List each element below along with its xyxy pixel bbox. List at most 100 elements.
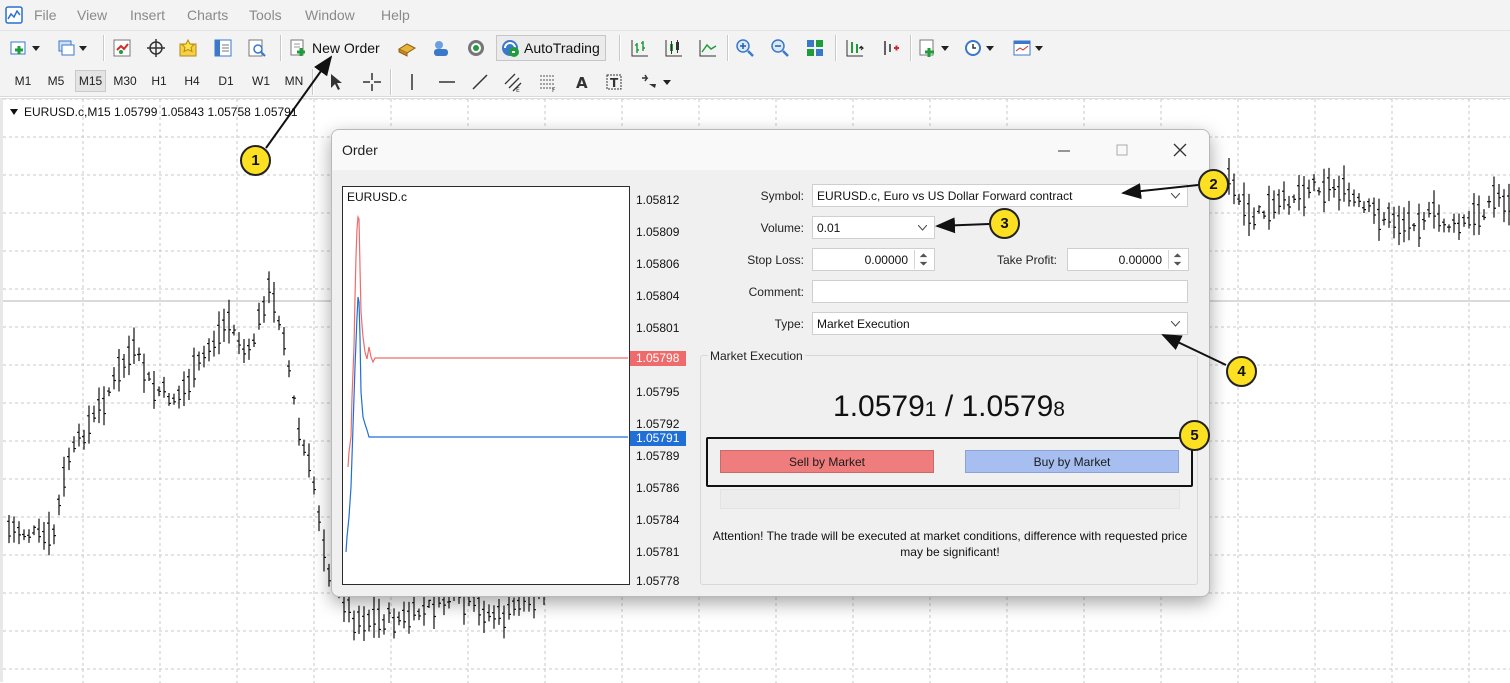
price-bar [202, 345, 206, 368]
price-bar [432, 593, 436, 629]
price-bar [7, 514, 11, 544]
new-order-label: New Order [312, 40, 380, 56]
templates-button[interactable] [1012, 35, 1043, 61]
timeframe-m5[interactable]: M5 [42, 70, 70, 92]
profiles-button[interactable] [56, 35, 87, 61]
price-bar [107, 387, 111, 397]
timeframe-h4[interactable]: H4 [178, 70, 206, 92]
callout-4: 4 [1226, 356, 1257, 387]
market-watch-button[interactable] [112, 35, 132, 61]
price-bar [1432, 190, 1436, 229]
price-bar [1372, 197, 1376, 224]
metaeditor-button[interactable] [397, 35, 417, 61]
price-bar [92, 405, 96, 423]
indicators-icon [919, 39, 934, 57]
price-bar [1337, 175, 1341, 211]
vertical-line-button[interactable] [402, 69, 422, 95]
ask-price-tag: 1.05798 [630, 351, 686, 366]
price-bar [1292, 194, 1296, 204]
symbol-select[interactable]: EURUSD.c, Euro vs US Dollar Forward cont… [812, 184, 1188, 207]
price-bar [77, 423, 81, 447]
timeframe-m30[interactable]: M30 [110, 70, 140, 92]
price-bar [1457, 213, 1461, 241]
zoom-out-icon [771, 39, 789, 57]
strategy-tester-button[interactable] [247, 35, 267, 61]
stop-loss-input[interactable]: 0.00000 [812, 248, 935, 271]
menu-tools[interactable]: Tools [249, 7, 282, 23]
price-bar [377, 598, 381, 638]
bid-price-tag: 1.05791 [630, 431, 686, 446]
collapse-triangle-icon[interactable] [10, 109, 18, 115]
maximize-icon[interactable] [1109, 138, 1135, 162]
menu-file[interactable]: File [34, 7, 57, 23]
chart-shift-button[interactable] [845, 35, 865, 61]
volume-select[interactable]: 0.01 [812, 216, 935, 239]
svg-text:F: F [552, 87, 556, 92]
chevron-down-icon [32, 45, 40, 51]
minimize-icon[interactable] [1051, 138, 1077, 162]
line-chart-button[interactable] [698, 35, 718, 61]
timeframe-toolbar: M1 M5 M15 M30 H1 H4 D1 W1 MN E F A T [0, 63, 1510, 97]
take-profit-input[interactable]: 0.00000 [1067, 248, 1189, 271]
chevron-down-icon [1035, 45, 1043, 51]
close-icon[interactable] [1167, 138, 1193, 162]
spinner-arrows-icon[interactable] [914, 250, 932, 269]
price-bar [177, 385, 181, 409]
data-window-button[interactable] [146, 35, 166, 61]
timeframe-m15[interactable]: M15 [75, 70, 106, 92]
zoom-in-button[interactable] [735, 35, 755, 61]
tile-windows-button[interactable] [805, 35, 825, 61]
price-bar [397, 611, 401, 626]
new-chart-button[interactable] [9, 35, 40, 61]
text-tool-button[interactable]: A [572, 69, 592, 95]
bid-line [345, 296, 628, 553]
menu-view[interactable]: View [77, 7, 107, 23]
timeframe-mn[interactable]: MN [280, 70, 308, 92]
new-order-button[interactable]: New Order [288, 35, 380, 61]
trendline-button[interactable] [470, 69, 490, 95]
fibonacci-icon: F [540, 75, 556, 92]
timeframe-d1[interactable]: D1 [212, 70, 240, 92]
crosshair-tool-button[interactable] [362, 69, 382, 95]
menu-window[interactable]: Window [305, 7, 355, 23]
bar-chart-button[interactable] [630, 35, 650, 61]
indicators-button[interactable] [918, 35, 949, 61]
text-label-button[interactable]: T [604, 69, 624, 95]
signals-button[interactable] [466, 35, 486, 61]
timeframe-w1[interactable]: W1 [246, 70, 276, 92]
arrows-button[interactable] [640, 69, 671, 95]
timeframe-m1[interactable]: M1 [9, 70, 37, 92]
symbol-select-value: EURUSD.c, Euro vs US Dollar Forward cont… [817, 189, 1073, 203]
cursor-tool-button[interactable] [326, 69, 346, 95]
zoom-out-button[interactable] [770, 35, 790, 61]
autotrading-button[interactable]: AutoTrading [496, 35, 606, 61]
equidistant-channel-button[interactable]: E [503, 69, 523, 95]
chart-ohlc-header: EURUSD.c,M15 1.05799 1.05843 1.05758 1.0… [24, 105, 298, 119]
spinner-arrows-icon[interactable] [1168, 250, 1186, 269]
terminal-button[interactable] [213, 35, 233, 61]
auto-scroll-button[interactable] [880, 35, 900, 61]
horizontal-line-button[interactable] [437, 69, 457, 95]
community-button[interactable] [431, 35, 451, 61]
price-bar [1397, 205, 1401, 246]
fibonacci-button[interactable]: F [538, 69, 558, 95]
comment-input[interactable] [812, 280, 1188, 303]
menu-charts[interactable]: Charts [187, 7, 228, 23]
navigator-button[interactable] [178, 35, 198, 61]
zoom-in-icon [736, 39, 754, 57]
price-bar [1242, 182, 1246, 226]
price-bar [112, 367, 116, 390]
timeframe-h1[interactable]: H1 [145, 70, 173, 92]
price-bar [42, 521, 46, 550]
app-logo-icon [5, 6, 23, 24]
dialog-titlebar[interactable]: Order [332, 130, 1209, 170]
periods-button[interactable] [963, 35, 994, 61]
bid-price-main: 1.0579 [833, 390, 925, 423]
equidistant-channel-icon: E [504, 73, 522, 92]
candlestick-button[interactable] [664, 35, 684, 61]
order-type-select[interactable]: Market Execution [812, 312, 1188, 335]
people-icon [434, 41, 448, 56]
menu-insert[interactable]: Insert [130, 7, 165, 23]
price-bar [507, 595, 511, 620]
menu-help[interactable]: Help [381, 7, 410, 23]
